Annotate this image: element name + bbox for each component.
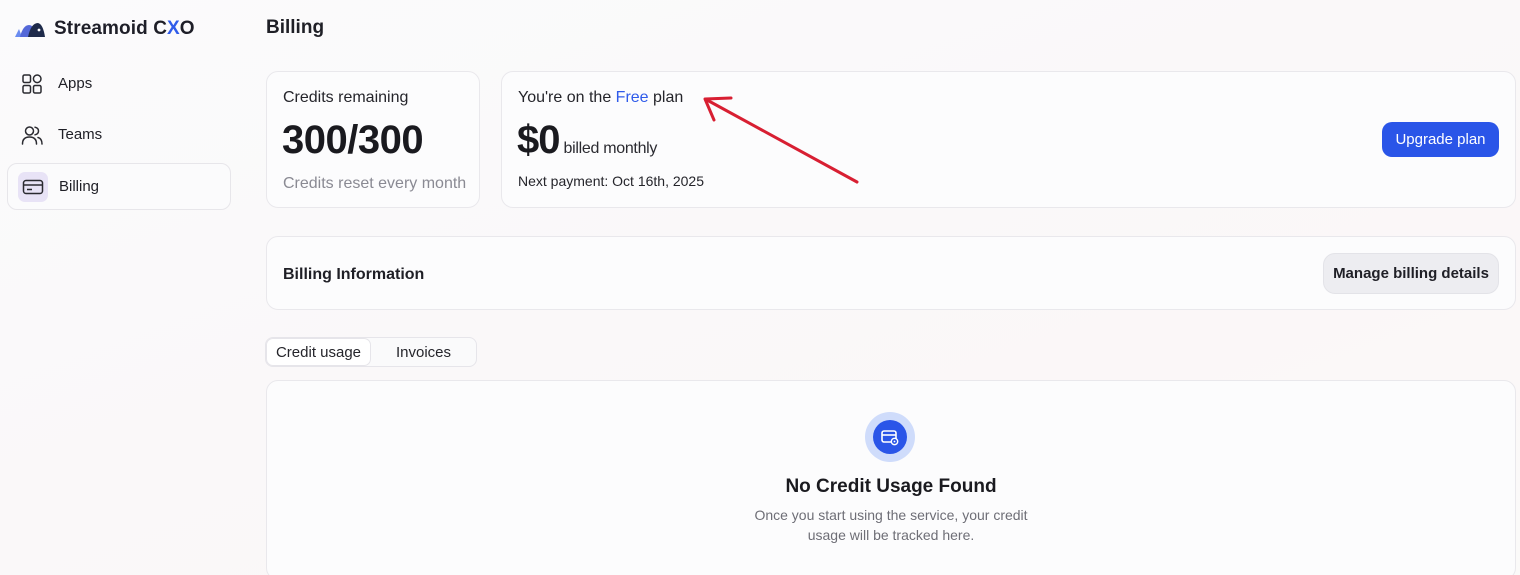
price-period: billed monthly — [563, 140, 658, 157]
credits-value: 300/300 — [282, 118, 424, 162]
sidebar-item-billing[interactable]: Billing — [7, 163, 231, 210]
usage-tabs: Credit usage Invoices — [265, 337, 477, 367]
credit-usage-panel: No Credit Usage Found Once you start usi… — [266, 380, 1516, 575]
current-plan-text: You're on the Free plan — [518, 89, 684, 106]
brand-logo[interactable]: Streamoid CXO — [14, 18, 195, 40]
empty-state-description: Once you start using the service, your c… — [754, 507, 1028, 543]
tab-credit-usage[interactable]: Credit usage — [266, 338, 371, 366]
sidebar-item-label: Apps — [58, 75, 93, 92]
sidebar-item-apps[interactable]: Apps — [7, 60, 231, 107]
card-settings-icon — [873, 420, 907, 454]
empty-state-icon-wrapper — [865, 412, 915, 462]
upgrade-plan-button[interactable]: Upgrade plan — [1382, 122, 1499, 157]
streamoid-logo-icon — [15, 23, 45, 37]
apps-grid-icon — [17, 69, 47, 99]
credit-card-icon — [18, 171, 48, 202]
sidebar: Streamoid CXO Apps Teams Billing — [0, 0, 240, 575]
users-icon — [17, 120, 47, 150]
tab-invoices[interactable]: Invoices — [371, 338, 476, 366]
sidebar-item-teams[interactable]: Teams — [7, 111, 231, 158]
plan-price: $0 billed monthly — [517, 118, 657, 163]
billing-information-card: Billing Information Manage billing detai… — [266, 236, 1516, 310]
price-amount: $0 — [517, 118, 560, 162]
billing-information-title: Billing Information — [283, 266, 425, 283]
next-payment-date: Next payment: Oct 16th, 2025 — [518, 173, 704, 189]
plan-card: You're on the Free plan $0 billed monthl… — [501, 71, 1516, 208]
credits-label: Credits remaining — [283, 89, 409, 106]
page-title: Billing — [266, 17, 325, 38]
brand-name: Streamoid CXO — [54, 18, 195, 39]
empty-state-title: No Credit Usage Found — [785, 476, 997, 497]
credits-card: Credits remaining 300/300 Credits reset … — [266, 71, 480, 208]
manage-billing-details-button[interactable]: Manage billing details — [1323, 253, 1499, 294]
credits-reset-note: Credits reset every month — [283, 175, 467, 192]
sidebar-item-label: Billing — [59, 178, 100, 195]
plan-name: Free — [615, 89, 649, 106]
sidebar-item-label: Teams — [58, 126, 103, 143]
